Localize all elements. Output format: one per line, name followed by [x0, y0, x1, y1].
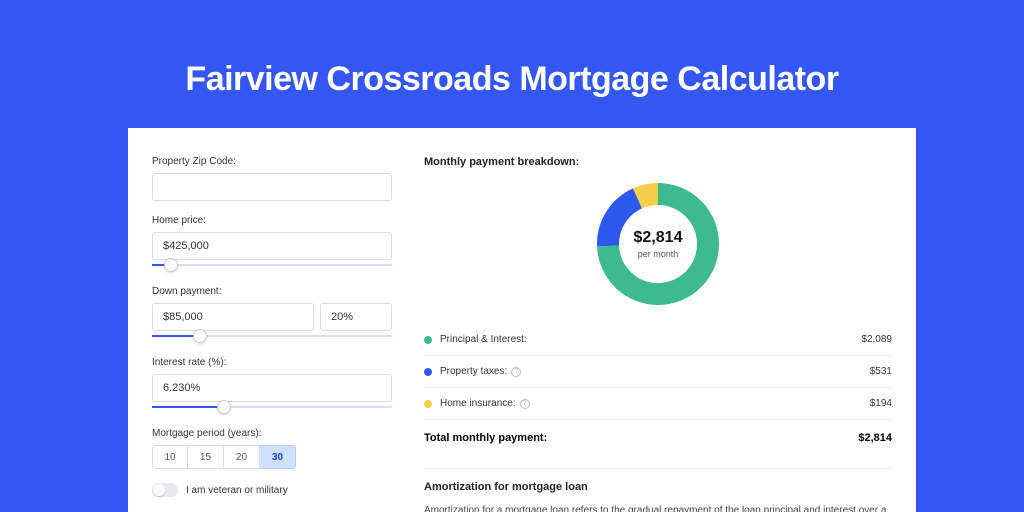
inputs-column: Property Zip Code: Home price: Down paym… — [152, 156, 392, 512]
legend-label: Home insurance:? — [440, 398, 870, 409]
total-label: Total monthly payment: — [424, 432, 547, 444]
zip-label: Property Zip Code: — [152, 156, 392, 167]
legend: Principal & Interest:$2,089Property taxe… — [424, 324, 892, 419]
interest-label: Interest rate (%): — [152, 357, 392, 368]
period-option-15[interactable]: 15 — [188, 445, 224, 469]
home-price-input[interactable] — [152, 232, 392, 260]
legend-total-row: Total monthly payment: $2,814 — [424, 419, 892, 456]
legend-value: $194 — [870, 398, 892, 409]
amortization-text: Amortization for a mortgage loan refers … — [424, 503, 892, 512]
donut-sub: per month — [638, 249, 679, 259]
period-label: Mortgage period (years): — [152, 428, 392, 439]
calculator-panel: Property Zip Code: Home price: Down paym… — [128, 128, 916, 512]
page-title: Fairview Crossroads Mortgage Calculator — [0, 0, 1024, 99]
slider-thumb[interactable] — [164, 258, 178, 272]
home-price-field: Home price: — [152, 215, 392, 272]
amortization-title: Amortization for mortgage loan — [424, 481, 892, 493]
interest-slider[interactable] — [152, 400, 392, 414]
zip-input[interactable] — [152, 173, 392, 201]
legend-value: $531 — [870, 366, 892, 377]
home-price-slider[interactable] — [152, 258, 392, 272]
slider-thumb[interactable] — [193, 329, 207, 343]
veteran-label: I am veteran or military — [186, 485, 288, 496]
donut-amount: $2,814 — [634, 229, 683, 247]
veteran-toggle[interactable] — [152, 483, 178, 497]
period-field: Mortgage period (years): 10152030 — [152, 428, 392, 469]
home-price-label: Home price: — [152, 215, 392, 226]
legend-row: Principal & Interest:$2,089 — [424, 324, 892, 355]
legend-row: Home insurance:?$194 — [424, 387, 892, 419]
legend-dot — [424, 400, 432, 408]
legend-label: Principal & Interest: — [440, 334, 861, 345]
total-value: $2,814 — [858, 432, 892, 444]
veteran-row: I am veteran or military — [152, 483, 392, 497]
down-payment-field: Down payment: — [152, 286, 392, 343]
legend-dot — [424, 336, 432, 344]
slider-thumb[interactable] — [217, 400, 231, 414]
donut-chart: $2,814 per month — [592, 178, 724, 310]
breakdown-title: Monthly payment breakdown: — [424, 156, 892, 168]
period-option-10[interactable]: 10 — [152, 445, 188, 469]
down-payment-pct-input[interactable] — [320, 303, 392, 331]
interest-input[interactable] — [152, 374, 392, 402]
interest-field: Interest rate (%): — [152, 357, 392, 414]
legend-dot — [424, 368, 432, 376]
zip-field: Property Zip Code: — [152, 156, 392, 201]
legend-label: Property taxes:? — [440, 366, 870, 377]
period-segmented: 10152030 — [152, 445, 392, 469]
down-payment-slider[interactable] — [152, 329, 392, 343]
info-icon[interactable]: ? — [511, 367, 521, 377]
down-payment-label: Down payment: — [152, 286, 392, 297]
period-option-30[interactable]: 30 — [260, 445, 296, 469]
legend-value: $2,089 — [861, 334, 892, 345]
legend-row: Property taxes:?$531 — [424, 355, 892, 387]
info-icon[interactable]: ? — [520, 399, 530, 409]
down-payment-input[interactable] — [152, 303, 314, 331]
period-option-20[interactable]: 20 — [224, 445, 260, 469]
breakdown-column: Monthly payment breakdown: $2,814 per mo… — [416, 156, 892, 512]
